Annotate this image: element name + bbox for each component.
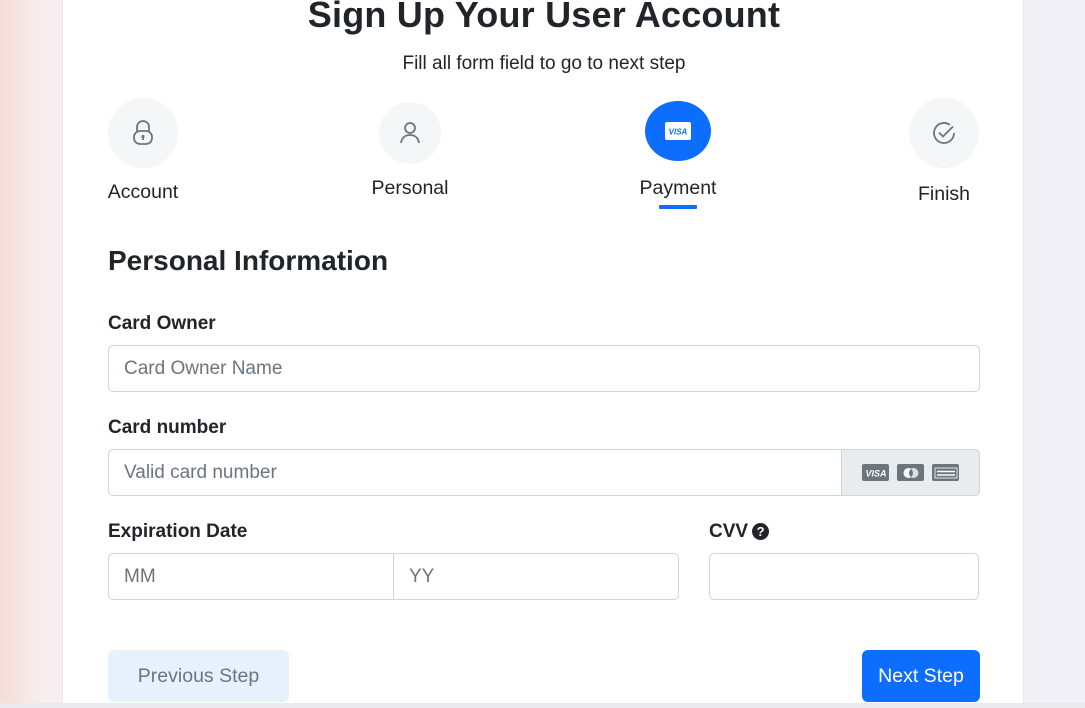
lock-icon [108,98,178,168]
active-step-indicator [659,205,697,209]
signup-card: Sign Up Your User Account Fill all form … [62,0,1024,703]
previous-step-button[interactable]: Previous Step [108,650,289,702]
card-owner-input[interactable] [108,345,980,392]
step-payment[interactable]: VISA Payment [628,101,728,209]
user-icon [379,102,441,164]
check-circle-icon [909,98,979,168]
page-subtitle: Fill all form field to go to next step [402,53,686,74]
page-bottom-edge [0,703,1085,708]
step-label: Personal [371,177,449,199]
next-step-button[interactable]: Next Step [862,650,980,702]
svg-text:VISA: VISA [669,128,688,137]
card-number-input[interactable] [108,449,843,496]
section-title: Personal Information [108,245,389,276]
step-label: Account [107,181,179,203]
step-account[interactable]: Account [93,98,193,204]
expiration-month-input[interactable] [108,553,395,600]
step-personal[interactable]: Personal [360,102,460,200]
question-circle-icon[interactable]: ? [752,523,770,540]
cvv-label-text: CVV [709,521,749,542]
expiration-date-label: Expiration Date [108,521,248,542]
mastercard-icon [897,464,924,481]
step-label: Finish [917,183,971,205]
visa-card-icon: VISA [645,101,711,161]
step-label: Payment [639,177,717,199]
card-number-label: Card number [108,417,227,438]
card-brands-addon: VISA [841,449,980,496]
visa-icon: VISA [862,464,889,481]
amex-icon [932,464,959,481]
cvv-input[interactable] [709,553,979,600]
step-finish[interactable]: Finish [894,98,994,206]
expiration-year-input[interactable] [393,553,679,600]
card-owner-label: Card Owner [108,313,216,334]
page-title: Sign Up Your User Account [307,0,781,35]
svg-text:VISA: VISA [865,468,886,478]
cvv-label: CVV? [709,521,770,543]
